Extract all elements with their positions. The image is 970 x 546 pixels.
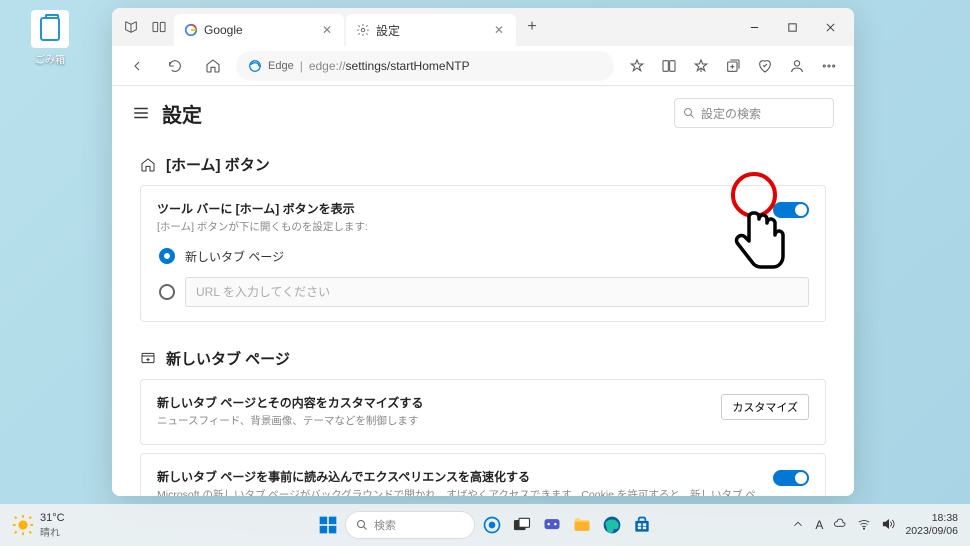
home-url-input[interactable]: URL を入力してください (185, 277, 809, 307)
profile-icon[interactable] (782, 51, 812, 81)
tab-bar: Google ✕ 設定 ✕ + (112, 8, 854, 46)
maximize-button[interactable] (774, 12, 810, 42)
weather-condition: 晴れ (40, 524, 65, 539)
preload-newtab-desc: Microsoft の新しいタブ ページがバックグラウンドで開かれ、すばやくアク… (157, 488, 761, 497)
task-view-icon[interactable] (509, 512, 535, 538)
google-favicon-icon (184, 23, 198, 37)
hamburger-menu-icon[interactable] (132, 104, 150, 122)
radio-new-tab-page[interactable] (159, 248, 175, 264)
section-new-tab: 新しいタブ ページ (140, 348, 826, 369)
new-tab-button[interactable]: + (518, 13, 546, 41)
wifi-icon[interactable] (857, 517, 871, 534)
store-icon[interactable] (629, 512, 655, 538)
radio-new-tab-label: 新しいタブ ページ (185, 248, 284, 265)
search-icon (356, 519, 368, 531)
settings-title: 設定 (162, 99, 202, 128)
customize-newtab-card: 新しいタブ ページとその内容をカスタマイズする ニュースフィード、背景画像、テー… (140, 379, 826, 445)
url-field[interactable]: Edge | edge://settings/startHomeNTP (236, 51, 614, 81)
tab-actions-icon[interactable] (146, 14, 172, 40)
preload-newtab-label: 新しいタブ ページを事前に読み込んでエクスペリエンスを高速化する (157, 468, 761, 485)
cloud-icon[interactable] (833, 517, 847, 534)
tab-settings[interactable]: 設定 ✕ (346, 14, 516, 46)
show-home-button-toggle[interactable] (773, 202, 809, 218)
back-button[interactable] (122, 51, 152, 81)
radio-custom-url[interactable] (159, 284, 175, 300)
tray-chevron-icon[interactable] (791, 517, 805, 534)
search-placeholder: 設定の検索 (701, 105, 761, 122)
browser-essentials-icon[interactable] (750, 51, 780, 81)
section-home-button: [ホーム] ボタン (140, 154, 826, 175)
start-button[interactable] (315, 512, 341, 538)
edge-taskbar-icon[interactable] (599, 512, 625, 538)
settings-content: 設定 設定の検索 [ホーム] ボタン ツール バーに [ホーム] ボタンを表示 … (112, 86, 854, 496)
recycle-bin-label: ごみ箱 (25, 51, 75, 66)
split-screen-icon[interactable] (654, 51, 684, 81)
address-bar: Edge | edge://settings/startHomeNTP (112, 46, 854, 86)
tab-title: 設定 (376, 22, 486, 39)
favorite-button[interactable] (622, 51, 652, 81)
collections-icon[interactable] (718, 51, 748, 81)
customize-button[interactable]: カスタマイズ (721, 394, 809, 420)
temperature: 31°C (40, 512, 65, 524)
preload-newtab-toggle[interactable] (773, 470, 809, 486)
weather-widget[interactable]: 31°C 晴れ (12, 512, 65, 539)
clock[interactable]: 18:38 2023/09/06 (905, 512, 958, 537)
taskbar-search[interactable]: 検索 (345, 511, 475, 539)
close-tab-icon[interactable]: ✕ (320, 23, 334, 37)
refresh-button[interactable] (160, 51, 190, 81)
recycle-bin-icon (31, 10, 69, 48)
home-button[interactable] (198, 51, 228, 81)
show-home-button-desc: [ホーム] ボタンが下に開くものを設定します: (157, 220, 761, 236)
ime-indicator[interactable]: A (815, 518, 823, 532)
taskbar: 31°C 晴れ 検索 A 18:38 2023/09/06 (0, 504, 970, 546)
close-window-button[interactable] (812, 12, 848, 42)
show-home-button-label: ツール バーに [ホーム] ボタンを表示 (157, 200, 761, 217)
sun-icon (12, 514, 34, 536)
tab-google[interactable]: Google ✕ (174, 14, 344, 46)
customize-newtab-label: 新しいタブ ページとその内容をカスタマイズする (157, 394, 709, 411)
explorer-icon[interactable] (569, 512, 595, 538)
recycle-bin[interactable]: ごみ箱 (25, 10, 75, 66)
close-tab-icon[interactable]: ✕ (492, 23, 506, 37)
gear-favicon-icon (356, 23, 370, 37)
customize-newtab-desc: ニュースフィード、背景画像、テーマなどを制御します (157, 414, 709, 430)
tab-title: Google (204, 23, 314, 37)
newtab-icon (140, 350, 156, 366)
chat-icon[interactable] (539, 512, 565, 538)
browser-window: Google ✕ 設定 ✕ + Edge | edge://settings/s… (112, 8, 854, 496)
preload-newtab-card: 新しいタブ ページを事前に読み込んでエクスペリエンスを高速化する Microso… (140, 453, 826, 497)
edge-logo-icon (248, 59, 262, 73)
url-brand: Edge (268, 60, 294, 72)
home-icon (140, 157, 156, 173)
more-menu-icon[interactable] (814, 51, 844, 81)
minimize-button[interactable] (736, 12, 772, 42)
settings-search[interactable]: 設定の検索 (674, 98, 834, 128)
volume-icon[interactable] (881, 517, 895, 534)
workspaces-icon[interactable] (118, 14, 144, 40)
home-button-card: ツール バーに [ホーム] ボタンを表示 [ホーム] ボタンが下に開くものを設定… (140, 185, 826, 322)
copilot-icon[interactable] (479, 512, 505, 538)
search-icon (683, 107, 695, 119)
favorites-icon[interactable] (686, 51, 716, 81)
